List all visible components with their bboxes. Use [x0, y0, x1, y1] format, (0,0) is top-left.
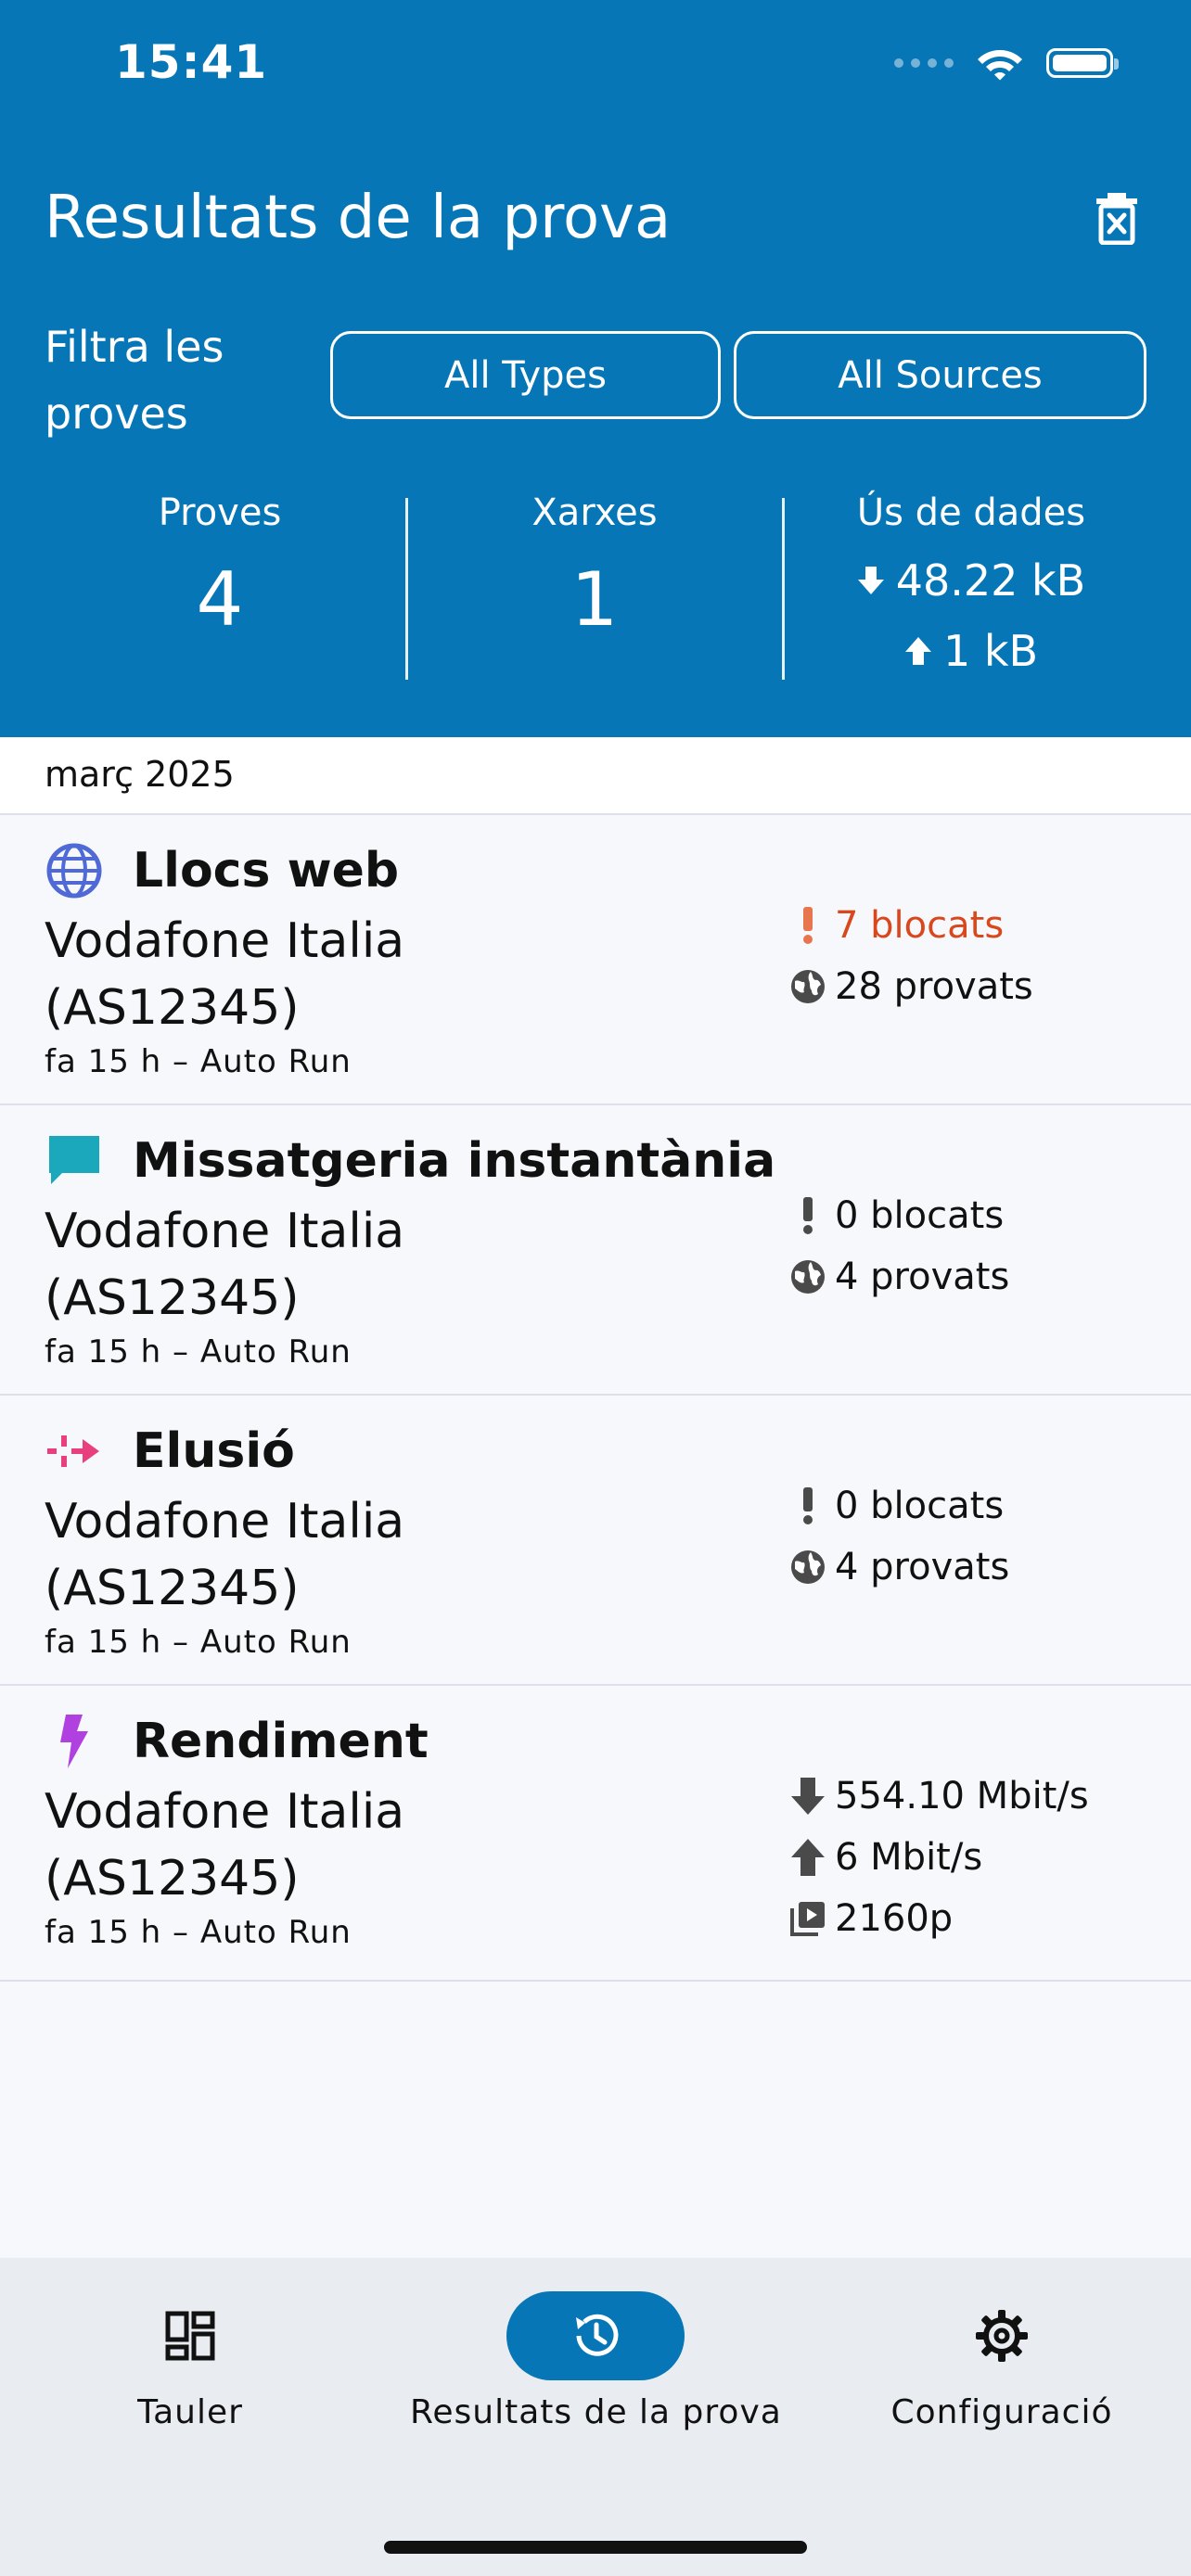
stat-tests: Proves 4 — [52, 491, 388, 643]
test-meta: fa 15 h – Auto Run — [45, 1043, 352, 1080]
history-icon — [576, 2314, 619, 2356]
test-network: Vodafone Italia (AS12345) — [45, 1494, 405, 1616]
earth-icon — [787, 965, 829, 1008]
status-time: 15:41 — [115, 35, 268, 89]
bottom-navigation: Tauler Resultats de la prova Configuraci… — [0, 2258, 1191, 2576]
tested-count: 28 provats — [787, 965, 1033, 1008]
blocked-text: 0 blocats — [835, 1194, 1005, 1237]
exclamation-icon — [787, 1485, 829, 1527]
globe-icon — [45, 841, 104, 900]
blocked-count: 0 blocats — [787, 1194, 1004, 1237]
test-network: Vodafone Italia (AS12345) — [45, 1204, 405, 1326]
header: 15:41 Resultats de la prova Filtra les p… — [0, 0, 1191, 737]
stat-networks-value: 1 — [570, 556, 619, 643]
tested-count: 4 provats — [787, 1546, 1009, 1588]
test-title: Rendiment — [133, 1714, 429, 1769]
test-meta: fa 15 h – Auto Run — [45, 1624, 352, 1661]
wifi-icon — [978, 50, 1022, 81]
month-label: març 2025 — [45, 754, 235, 795]
stat-tests-value: 4 — [196, 556, 244, 643]
test-title: Llocs web — [133, 843, 400, 899]
nav-test-results[interactable]: Resultats de la prova — [410, 2291, 781, 2431]
stat-divider — [405, 498, 408, 680]
video-quality-text: 2160p — [835, 1897, 954, 1940]
status-icons — [894, 45, 1119, 82]
test-meta: fa 15 h – Auto Run — [45, 1333, 352, 1371]
stat-tests-label: Proves — [158, 491, 282, 534]
nav-results-pill — [506, 2291, 685, 2380]
stat-networks-label: Xarxes — [531, 491, 658, 534]
tested-text: 28 provats — [835, 965, 1033, 1008]
earth-icon — [787, 1546, 829, 1588]
cellular-signal-icon — [894, 58, 954, 68]
download-speed-text: 554.10 Mbit/s — [835, 1775, 1089, 1817]
nav-settings-label: Configuració — [890, 2393, 1113, 2431]
test-result-performance[interactable]: Rendiment Vodafone Italia (AS12345) fa 1… — [0, 1686, 1191, 1982]
exclamation-icon — [787, 904, 829, 947]
data-download: 48.22 kB — [803, 545, 1139, 616]
upload-speed: 6 Mbit/s — [787, 1836, 982, 1879]
earth-icon — [787, 1256, 829, 1298]
video-quality: 2160p — [787, 1897, 953, 1940]
nav-dashboard-pill — [101, 2291, 279, 2380]
stat-divider — [782, 498, 785, 680]
upload-arrow-icon — [904, 637, 931, 665]
page-title: Resultats de la prova — [45, 184, 672, 252]
nav-dashboard[interactable]: Tauler — [97, 2291, 283, 2431]
blocked-text: 7 blocats — [835, 904, 1005, 947]
download-arrow-icon — [787, 1775, 829, 1817]
video-library-icon — [787, 1897, 829, 1940]
blocked-count: 0 blocats — [787, 1485, 1004, 1527]
stat-data-label: Ús de dades — [856, 491, 1086, 534]
nav-dashboard-label: Tauler — [137, 2393, 243, 2431]
test-network: Vodafone Italia (AS12345) — [45, 1784, 405, 1906]
data-upload-value: 1 kB — [942, 626, 1039, 676]
tested-text: 4 provats — [835, 1546, 1010, 1588]
test-title: Elusió — [133, 1423, 295, 1479]
upload-arrow-icon — [787, 1836, 829, 1879]
circumvention-icon — [45, 1422, 104, 1481]
download-speed: 554.10 Mbit/s — [787, 1775, 1089, 1817]
test-title: Missatgeria instantània — [133, 1133, 776, 1189]
data-download-value: 48.22 kB — [895, 555, 1086, 606]
battery-icon — [1046, 48, 1119, 78]
test-meta: fa 15 h – Auto Run — [45, 1914, 352, 1951]
upload-speed-text: 6 Mbit/s — [835, 1836, 983, 1879]
download-arrow-icon — [857, 567, 884, 594]
test-result-websites[interactable]: Llocs web Vodafone Italia (AS12345) fa 1… — [0, 815, 1191, 1105]
tested-text: 4 provats — [835, 1256, 1010, 1298]
nav-settings[interactable]: Configuració — [886, 2291, 1118, 2431]
blocked-text: 0 blocats — [835, 1485, 1005, 1527]
stat-networks: Xarxes 1 — [427, 491, 762, 643]
home-indicator — [384, 2541, 807, 2554]
trash-icon — [1096, 193, 1137, 245]
test-result-instant-messaging[interactable]: Missatgeria instantània Vodafone Italia … — [0, 1105, 1191, 1396]
lightning-icon — [45, 1712, 104, 1771]
dashboard-icon — [165, 2311, 215, 2361]
test-network: Vodafone Italia (AS12345) — [45, 913, 405, 1036]
data-upload: 1 kB — [803, 616, 1139, 686]
delete-results-button[interactable] — [1087, 185, 1146, 250]
nav-results-label: Resultats de la prova — [410, 2393, 782, 2431]
chat-icon — [45, 1131, 104, 1191]
gear-icon — [976, 2310, 1028, 2362]
tested-count: 4 provats — [787, 1256, 1009, 1298]
blocked-count: 7 blocats — [787, 904, 1004, 947]
nav-settings-pill — [913, 2291, 1091, 2380]
filter-types-button[interactable]: All Types — [330, 331, 721, 419]
test-result-circumvention[interactable]: Elusió Vodafone Italia (AS12345) fa 15 h… — [0, 1396, 1191, 1686]
filter-label: Filtra les proves — [45, 322, 224, 439]
filter-sources-button[interactable]: All Sources — [734, 331, 1146, 419]
exclamation-icon — [787, 1194, 829, 1237]
stat-data-usage: Ús de dades 48.22 kB 1 kB — [803, 491, 1139, 686]
month-header: març 2025 — [0, 737, 1191, 815]
